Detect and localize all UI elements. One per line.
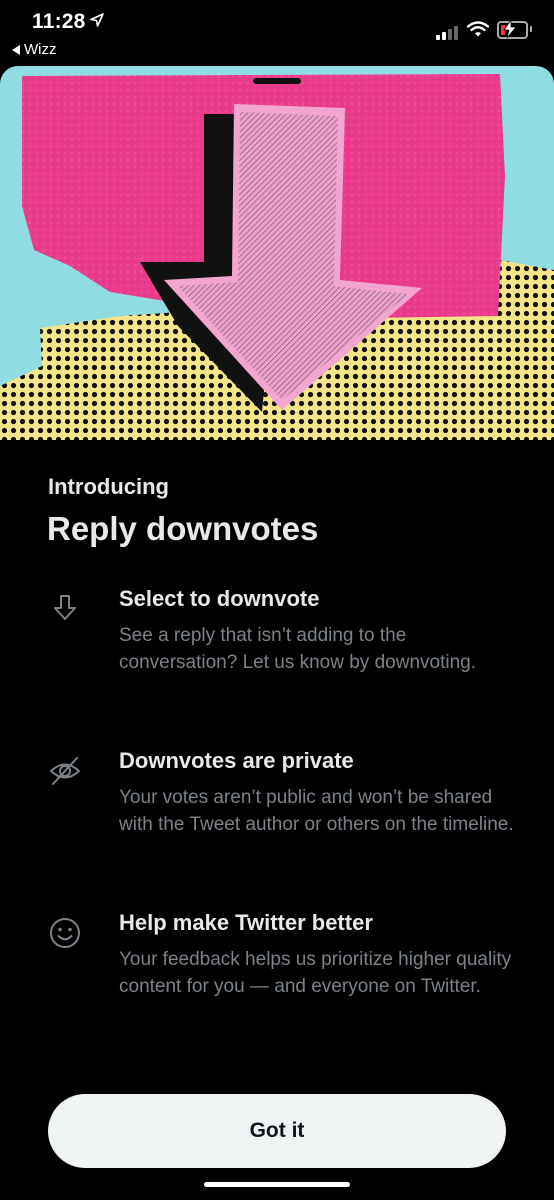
feature-title: Downvotes are private xyxy=(119,748,354,773)
location-arrow-icon xyxy=(90,13,104,27)
feature-title: Select to downvote xyxy=(119,586,320,611)
smiley-icon xyxy=(50,918,80,948)
got-it-button[interactable]: Got it xyxy=(48,1094,506,1168)
charging-bolt-icon xyxy=(503,20,517,38)
arrow-down-icon xyxy=(54,595,76,620)
sheet-grabber[interactable] xyxy=(253,78,301,84)
feature-description: Your feedback helps us prioritize higher… xyxy=(119,949,512,997)
status-bar: 11:28 Wizz xyxy=(0,0,554,66)
wifi-icon xyxy=(467,21,489,37)
battery-tip xyxy=(530,26,532,32)
home-indicator xyxy=(204,1182,350,1187)
page-title: Reply downvotes xyxy=(47,510,319,547)
downvotes-intro-sheet: Introducing Reply downvotes Select to do… xyxy=(0,66,554,1200)
eye-slash-icon xyxy=(49,757,81,785)
cellular-signal-icon xyxy=(436,26,458,40)
downvote-arrow-illustration xyxy=(0,66,554,440)
feature-description: Your votes aren’t public and won’t be sh… xyxy=(119,787,514,835)
feature-description: See a reply that isn’t adding to the con… xyxy=(119,625,476,673)
back-to-app-button[interactable]: Wizz xyxy=(12,41,57,58)
overline-introducing: Introducing xyxy=(48,474,169,499)
back-app-label: Wizz xyxy=(24,41,57,58)
feature-title: Help make Twitter better xyxy=(119,910,373,935)
back-caret-icon xyxy=(12,44,20,55)
status-time: 11:28 xyxy=(32,10,86,33)
hero-illustration xyxy=(0,66,554,440)
